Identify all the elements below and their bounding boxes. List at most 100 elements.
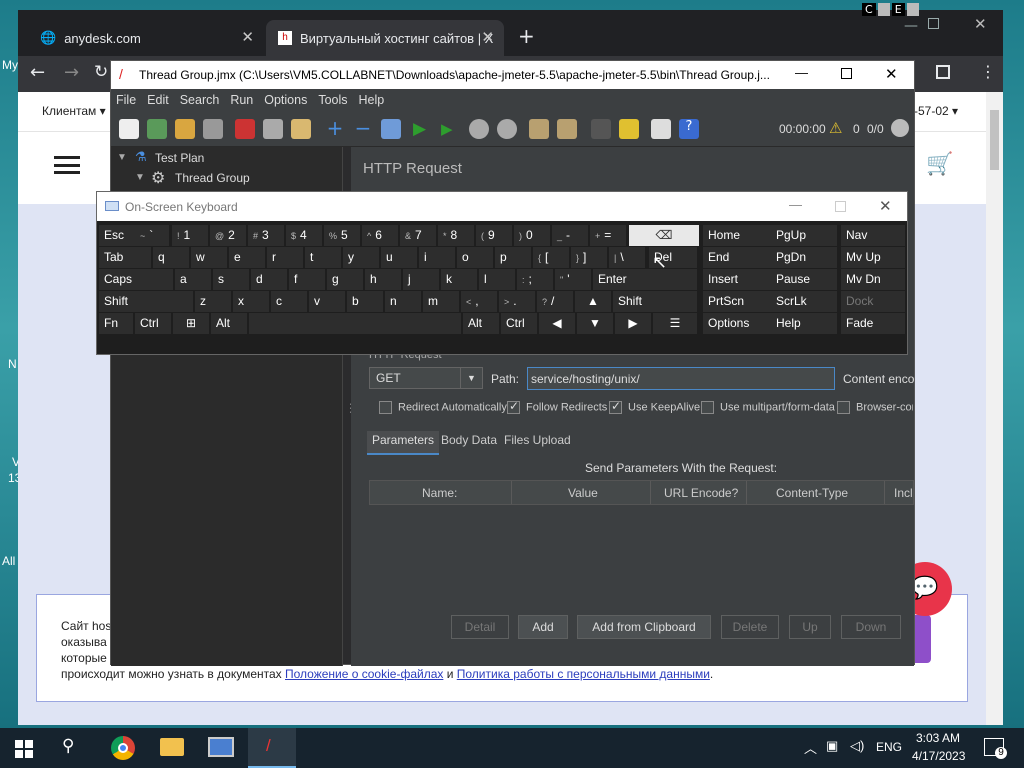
key-n[interactable]: n xyxy=(385,291,421,312)
menu-options[interactable]: Options xyxy=(264,93,307,107)
key-alt-right[interactable]: Alt xyxy=(463,313,499,334)
key-backslash[interactable]: | \ xyxy=(609,247,645,268)
key-6[interactable]: ^ 6 xyxy=(362,225,398,246)
open-icon[interactable] xyxy=(175,119,195,139)
arrow-left-icon[interactable]: ◀ xyxy=(539,313,575,334)
key-fade[interactable]: Fade xyxy=(841,313,905,334)
anydesk-icon[interactable] xyxy=(906,3,919,16)
key-g[interactable]: g xyxy=(327,269,363,290)
copy-icon[interactable] xyxy=(263,119,283,139)
key-insert[interactable]: Insert xyxy=(703,269,771,290)
key-y[interactable]: y xyxy=(343,247,379,268)
column-header[interactable]: Name: xyxy=(422,486,457,500)
cookie-policy-link[interactable]: Положение о cookie-файлах xyxy=(285,667,443,681)
redirect-auto-checkbox[interactable]: Redirect Automatically xyxy=(379,401,507,414)
multipart-checkbox[interactable]: Use multipart/form-data xyxy=(701,401,835,414)
column-header[interactable]: Incl xyxy=(894,486,913,500)
nav-clients[interactable]: Клиентам ▾ xyxy=(42,104,106,118)
key-mv-up[interactable]: Mv Up xyxy=(841,247,905,268)
key-tab[interactable]: Tab xyxy=(99,247,151,268)
network-icon[interactable]: ▣ xyxy=(826,738,838,754)
checkbox-box[interactable] xyxy=(837,401,850,414)
close-icon[interactable]: ✕ xyxy=(879,197,892,215)
arrow-up-icon[interactable]: ▲ xyxy=(575,291,611,312)
key-w[interactable]: w xyxy=(191,247,227,268)
key-9[interactable]: (9 xyxy=(476,225,512,246)
close-icon[interactable]: ✕ xyxy=(885,65,898,83)
key-lbracket[interactable]: {[ xyxy=(533,247,569,268)
key-rbracket[interactable]: }] xyxy=(571,247,607,268)
minimize-icon[interactable]: — xyxy=(789,197,802,212)
key-t[interactable]: t xyxy=(305,247,341,268)
warning-icon[interactable]: ⚠ xyxy=(829,119,842,137)
add-button[interactable]: Add xyxy=(518,615,568,639)
menu-icon[interactable]: ⋮ xyxy=(980,62,996,81)
menu-tools[interactable]: Tools xyxy=(318,93,347,107)
checkbox-box[interactable] xyxy=(701,401,714,414)
menu-edit[interactable]: Edit xyxy=(147,93,169,107)
key-quote[interactable]: " ' xyxy=(555,269,591,290)
key-f[interactable]: f xyxy=(289,269,325,290)
file-explorer-icon[interactable] xyxy=(160,738,184,756)
key-help[interactable]: Help xyxy=(771,313,837,334)
sidebar-icon[interactable] xyxy=(936,65,950,79)
key-m[interactable]: m xyxy=(423,291,459,312)
key-ctrl-right[interactable]: Ctrl xyxy=(501,313,537,334)
toggle-icon[interactable] xyxy=(381,119,401,139)
paste-icon[interactable] xyxy=(291,119,311,139)
close-icon[interactable]: ✕ xyxy=(241,28,254,46)
key-l[interactable]: l xyxy=(479,269,515,290)
close-icon[interactable]: ✕ xyxy=(974,15,987,33)
collapse-icon[interactable]: − xyxy=(353,118,373,139)
help-icon[interactable]: ? xyxy=(679,119,699,139)
add-from-clipboard-button[interactable]: Add from Clipboard xyxy=(577,615,711,639)
start-icon[interactable]: ▶ xyxy=(413,119,433,139)
reset-search-icon[interactable] xyxy=(619,119,639,139)
remote-desktop-icon[interactable] xyxy=(208,737,234,757)
windows-start-icon[interactable] xyxy=(15,740,33,758)
key-o[interactable]: o xyxy=(457,247,493,268)
menu-key-icon[interactable]: ☰ xyxy=(653,313,697,334)
volume-icon[interactable]: ◁) xyxy=(850,738,864,754)
menu-run[interactable]: Run xyxy=(230,93,253,107)
tab-parameters[interactable]: Parameters xyxy=(367,431,440,455)
key-j[interactable]: j xyxy=(403,269,439,290)
key-8[interactable]: * 8 xyxy=(438,225,474,246)
tab-hosting[interactable]: h Виртуальный хостинг сайтов | Х ✕ xyxy=(266,20,504,56)
key-s[interactable]: s xyxy=(213,269,249,290)
checkbox-box[interactable] xyxy=(379,401,392,414)
clock-date[interactable]: 4/17/2023 xyxy=(912,749,965,763)
search-icon[interactable] xyxy=(591,119,611,139)
clear-icon[interactable] xyxy=(529,119,549,139)
function-helper-icon[interactable] xyxy=(651,119,671,139)
new-icon[interactable] xyxy=(119,119,139,139)
tab-anydesk[interactable]: 🌐 anydesk.com ✕ xyxy=(28,20,264,56)
minimize-icon[interactable]: — xyxy=(795,65,808,80)
language-indicator[interactable]: ENG xyxy=(876,740,902,754)
key-5[interactable]: % 5 xyxy=(324,225,360,246)
key-shift[interactable]: Shift xyxy=(99,291,193,312)
tree-test-plan[interactable]: Test Plan xyxy=(155,151,204,165)
key-home[interactable]: Home xyxy=(703,225,771,246)
chrome-icon[interactable] xyxy=(111,736,135,760)
key-a[interactable]: a xyxy=(175,269,211,290)
key-shift-right[interactable]: Shift xyxy=(613,291,697,312)
backspace-icon[interactable]: ⌫ xyxy=(629,225,699,246)
templates-icon[interactable] xyxy=(147,119,167,139)
key-period[interactable]: >. xyxy=(499,291,535,312)
method-select[interactable]: GET ▼ xyxy=(369,367,483,389)
anydesk-icon[interactable] xyxy=(877,3,890,16)
key-esc[interactable]: Esc xyxy=(99,225,135,246)
key-1[interactable]: ! 1 xyxy=(172,225,208,246)
scrollbar-thumb[interactable] xyxy=(990,110,999,170)
key-mv-dn[interactable]: Mv Dn xyxy=(841,269,905,290)
key-minus[interactable]: _ - xyxy=(552,225,588,246)
arrow-right-icon[interactable]: ▶ xyxy=(615,313,651,334)
windows-key-icon[interactable]: ⊞ xyxy=(173,313,209,334)
search-icon[interactable]: ⚲ xyxy=(62,736,74,756)
key-pgdn[interactable]: PgDn xyxy=(771,247,837,268)
key-v[interactable]: v xyxy=(309,291,345,312)
key-pause[interactable]: Pause xyxy=(771,269,837,290)
key-comma[interactable]: <, xyxy=(461,291,497,312)
column-header[interactable]: Content-Type xyxy=(776,486,848,500)
